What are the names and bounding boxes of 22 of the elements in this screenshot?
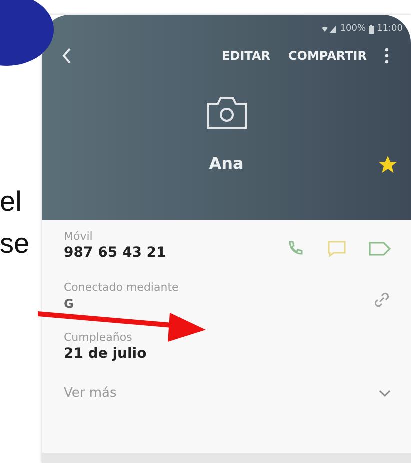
more-options-icon[interactable]: [385, 48, 389, 64]
chevron-down-icon[interactable]: [379, 390, 391, 398]
star-icon[interactable]: [379, 156, 397, 174]
account-initial: G: [64, 297, 74, 311]
signal-icon: [321, 25, 338, 33]
field-value: 987 65 43 21: [64, 245, 166, 261]
header-action-button[interactable]: EDITAR: [222, 49, 270, 63]
contact-name: Ana: [209, 154, 244, 173]
header-action-button[interactable]: COMPARTIR: [288, 49, 367, 63]
field-label: Cumpleaños: [64, 331, 134, 344]
phone-icon[interactable]: [287, 240, 305, 258]
camera-icon[interactable]: [206, 96, 248, 130]
document-text: el: [0, 186, 22, 218]
status-time: 11:00: [377, 24, 403, 34]
document-text: se: [0, 228, 30, 260]
battery-icon: [369, 24, 374, 34]
field-label: Conectado mediante: [64, 281, 179, 294]
link-icon[interactable]: [373, 291, 391, 309]
field-label: Móvil: [64, 230, 94, 243]
field-value: 21 de julio: [64, 346, 147, 362]
battery-level: 100%: [340, 24, 366, 34]
back-icon[interactable]: [62, 48, 72, 64]
